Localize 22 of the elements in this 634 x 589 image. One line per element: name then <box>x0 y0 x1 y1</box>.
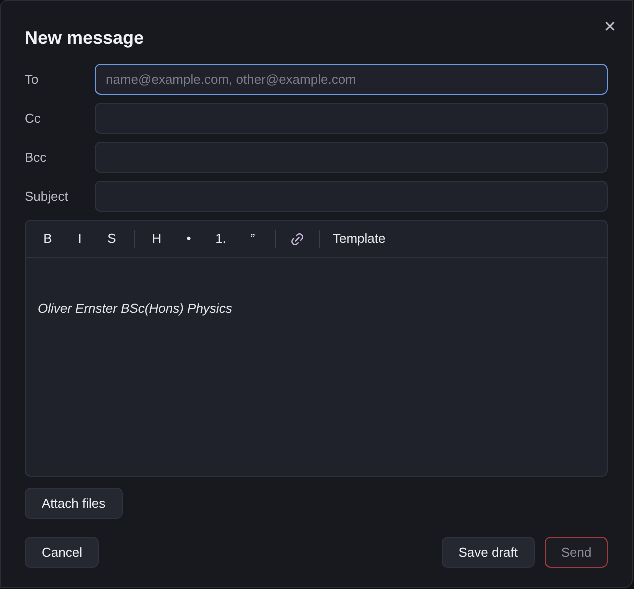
save-draft-button[interactable]: Save draft <box>442 537 535 568</box>
input-field[interactable]: name@example.com, other@example.com <box>95 64 608 95</box>
field-label: Cc <box>25 110 42 128</box>
toolbar-button[interactable]: Template <box>326 225 393 253</box>
toolbar-button[interactable]: ” <box>237 225 269 253</box>
field-label: Bcc <box>25 148 48 167</box>
input-field[interactable] <box>95 181 608 212</box>
input-field[interactable] <box>95 142 608 173</box>
dialog-title: New message <box>25 27 144 50</box>
cancel-button[interactable]: Cancel <box>25 537 100 568</box>
toolbar-button[interactable]: I <box>64 225 96 253</box>
input-field[interactable] <box>95 103 608 134</box>
field-label: To <box>25 70 40 89</box>
toolbar-button[interactable]: B <box>32 225 64 253</box>
close-button[interactable]: × <box>600 17 620 37</box>
toolbar-button[interactable]: • <box>173 225 205 253</box>
field-label: Subject <box>25 188 70 206</box>
toolbar-button[interactable]: S <box>96 225 128 253</box>
toolbar-button[interactable]: H <box>141 225 173 253</box>
signature-text: Oliver Ernster BSc(Hons) Physics <box>38 300 234 318</box>
attach-files-button[interactable]: Attach files <box>25 488 123 519</box>
toolbar-button[interactable]: 1. <box>205 225 237 253</box>
